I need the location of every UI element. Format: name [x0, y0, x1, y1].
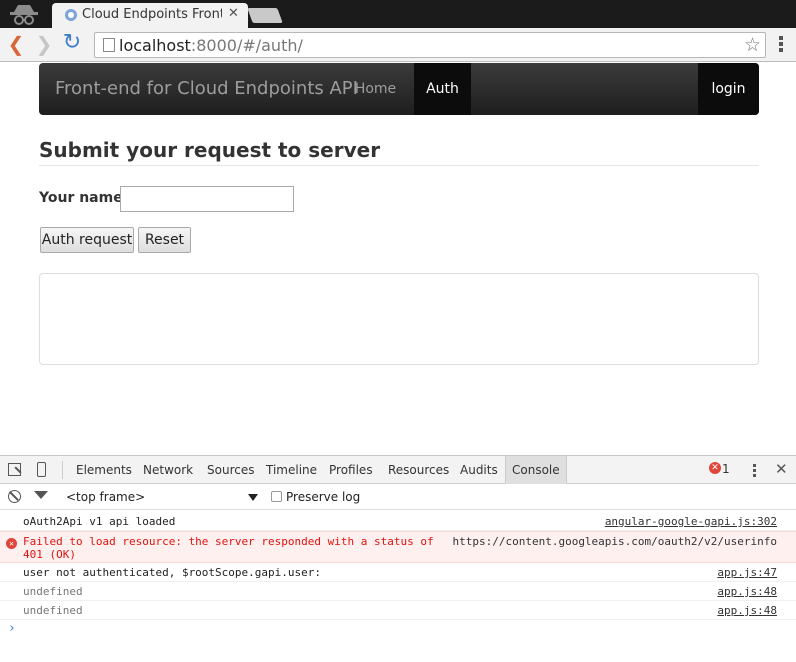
devtools-close-icon[interactable]: ✕ — [775, 460, 788, 478]
devtools-more-icon[interactable] — [752, 463, 756, 479]
devtools-tab-console[interactable]: Console — [505, 456, 567, 484]
error-badge-icon[interactable]: ✕ — [709, 462, 721, 474]
devtools-tab-resources[interactable]: Resources — [388, 456, 449, 484]
browser-toolbar: ❮ ❯ ↻ localhost:8000/#/auth/ ☆ — [0, 28, 796, 62]
forward-arrow-icon[interactable]: ❯ — [34, 34, 54, 54]
navbar-brand[interactable]: Front-end for Cloud Endpoints API — [55, 78, 358, 99]
devtools-tab-profiles[interactable]: Profiles — [329, 456, 373, 484]
console-error-source[interactable]: https://content.googleapis.com/oauth2/v2… — [452, 535, 777, 548]
console-message-text: undefined — [23, 604, 83, 617]
console-error-message: ✕ Failed to load resource: the server re… — [0, 531, 796, 563]
url-path: :8000/#/auth/ — [190, 36, 303, 55]
page-title: Submit your request to server — [39, 138, 759, 166]
url-host: localhost — [119, 36, 191, 55]
console-message: user not authenticated, $rootScope.gapi.… — [0, 563, 796, 582]
reset-button[interactable]: Reset — [138, 227, 191, 253]
console-error-text: Failed to load resource: the server resp… — [23, 535, 434, 561]
device-mode-icon[interactable] — [37, 462, 46, 477]
browser-tab-active[interactable]: Cloud Endpoints Fronten ✕ — [52, 3, 248, 28]
console-message-source[interactable]: app.js:47 — [717, 566, 777, 579]
browser-tabstrip: Cloud Endpoints Fronten ✕ — [0, 0, 796, 28]
error-count[interactable]: 1 — [722, 462, 730, 476]
name-input[interactable] — [120, 186, 294, 212]
reload-icon[interactable]: ↻ — [62, 32, 82, 54]
nav-item-home[interactable]: Home — [348, 63, 403, 115]
console-filterbar: <top frame> Preserve log — [0, 484, 796, 510]
console-message: oAuth2Api v1 api loaded angular-google-g… — [0, 512, 796, 531]
console-message-source[interactable]: angular-google-gapi.js:302 — [605, 515, 777, 528]
console-message-source[interactable]: app.js:48 — [717, 585, 777, 598]
console-message-text: oAuth2Api v1 api loaded — [23, 515, 176, 528]
address-bar[interactable]: localhost:8000/#/auth/ ☆ — [94, 32, 766, 58]
bookmark-star-icon[interactable]: ☆ — [744, 34, 761, 56]
page-icon — [103, 38, 115, 52]
new-tab-button[interactable] — [247, 8, 283, 23]
console-message-text: user not authenticated, $rootScope.gapi.… — [23, 566, 322, 579]
frame-dropdown-icon[interactable] — [248, 494, 258, 501]
devtools-tab-network[interactable]: Network — [143, 456, 193, 484]
response-panel — [39, 273, 759, 365]
console-prompt-icon[interactable]: › — [8, 621, 16, 636]
url-text: localhost:8000/#/auth/ — [119, 36, 303, 55]
console-message: undefined app.js:48 — [0, 601, 796, 620]
incognito-icon — [10, 5, 38, 25]
name-label: Your name: — [39, 190, 129, 206]
devtools-tab-audits[interactable]: Audits — [460, 456, 498, 484]
filter-icon[interactable] — [34, 491, 48, 499]
devtools-tab-sources[interactable]: Sources — [207, 456, 254, 484]
page-favicon-icon — [65, 9, 77, 21]
inspect-element-icon[interactable] — [8, 463, 21, 476]
tab-close-icon[interactable]: ✕ — [228, 6, 239, 21]
preserve-log-label: Preserve log — [286, 490, 361, 504]
site-navbar: Front-end for Cloud Endpoints API Home A… — [39, 63, 759, 115]
error-icon: ✕ — [6, 538, 17, 549]
console-message-text: undefined — [23, 585, 83, 598]
devtools-panel: Elements Network Sources Timeline Profil… — [0, 455, 796, 662]
frame-selector[interactable]: <top frame> — [66, 490, 145, 504]
nav-item-login[interactable]: login — [698, 63, 759, 115]
devtools-tab-elements[interactable]: Elements — [76, 456, 132, 484]
auth-request-button[interactable]: Auth request — [40, 227, 134, 253]
clear-console-icon[interactable] — [8, 490, 21, 503]
toolbar-divider — [62, 461, 63, 479]
devtools-tab-timeline[interactable]: Timeline — [266, 456, 317, 484]
devtools-tabbar: Elements Network Sources Timeline Profil… — [0, 456, 796, 484]
console-message-source[interactable]: app.js:48 — [717, 604, 777, 617]
preserve-log-checkbox[interactable] — [271, 491, 282, 502]
tab-title: Cloud Endpoints Fronten — [82, 7, 222, 22]
console-message: undefined app.js:48 — [0, 582, 796, 601]
browser-menu-icon[interactable] — [774, 34, 788, 54]
back-arrow-icon[interactable]: ❮ — [6, 34, 26, 54]
nav-item-auth[interactable]: Auth — [414, 63, 471, 115]
